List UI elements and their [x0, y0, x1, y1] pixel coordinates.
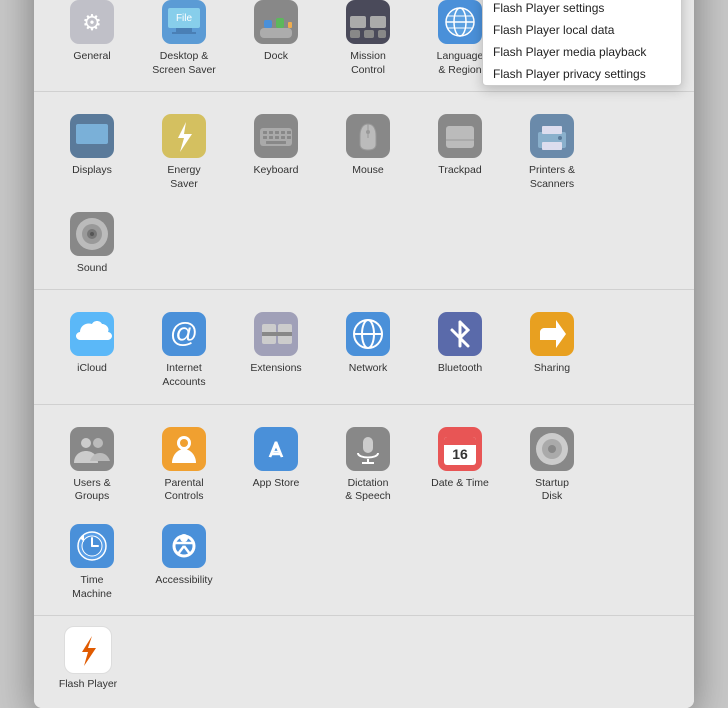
- dropdown-item-flash-settings[interactable]: Flash Player settings: [483, 0, 681, 19]
- pref-datetime[interactable]: 16 Date & Time: [416, 417, 504, 510]
- pref-general[interactable]: ⚙ General: [48, 0, 136, 83]
- pref-dictation[interactable]: Dictation& Speech: [324, 417, 412, 510]
- pref-extensions-label: Extensions: [250, 362, 301, 376]
- pref-sharing[interactable]: Sharing: [508, 302, 596, 395]
- pref-parental[interactable]: ParentalControls: [140, 417, 228, 510]
- pref-mouse[interactable]: Mouse: [324, 104, 412, 197]
- pref-startup-label: StartupDisk: [535, 477, 569, 504]
- pref-trackpad[interactable]: Trackpad: [416, 104, 504, 197]
- pref-parental-label: ParentalControls: [164, 477, 203, 504]
- pref-appstore[interactable]: A App Store: [232, 417, 320, 510]
- pref-bluetooth[interactable]: Bluetooth: [416, 302, 504, 395]
- svg-text:16: 16: [452, 446, 468, 462]
- pref-datetime-label: Date & Time: [431, 477, 489, 491]
- pref-energy-label: EnergySaver: [167, 164, 200, 191]
- pref-appstore-label: App Store: [253, 477, 300, 491]
- pref-network[interactable]: Network: [324, 302, 412, 395]
- svg-text:@: @: [170, 317, 198, 348]
- section-internet: iCloud @ InternetAccounts Extensions: [34, 289, 694, 403]
- svg-text:A: A: [269, 437, 284, 462]
- system-preferences-window: ‹ › System Preferences 🔍 ✕ Flash Player …: [34, 0, 694, 708]
- pref-displays-label: Displays: [72, 164, 112, 178]
- pref-keyboard[interactable]: Keyboard: [232, 104, 320, 197]
- pref-accessibility[interactable]: Accessibility: [140, 514, 228, 607]
- pref-internet[interactable]: @ InternetAccounts: [140, 302, 228, 395]
- pref-dock[interactable]: Dock: [232, 0, 320, 83]
- pref-sound-label: Sound: [77, 262, 107, 276]
- pref-desktop-label: Desktop &Screen Saver: [152, 50, 216, 77]
- icons-hardware: Displays EnergySaver Keyboard: [44, 104, 684, 281]
- pref-timemachine-label: TimeMachine: [72, 574, 112, 601]
- pref-dock-label: Dock: [264, 50, 288, 64]
- pref-network-label: Network: [349, 362, 388, 376]
- pref-icloud[interactable]: iCloud: [48, 302, 136, 395]
- pref-mission[interactable]: MissionControl: [324, 0, 412, 83]
- icons-system: Users &Groups ParentalControls A App Sto…: [44, 417, 684, 608]
- pref-startup[interactable]: StartupDisk: [508, 417, 596, 510]
- pref-timemachine[interactable]: TimeMachine: [48, 514, 136, 607]
- pref-users[interactable]: Users &Groups: [48, 417, 136, 510]
- pref-bluetooth-label: Bluetooth: [438, 362, 482, 376]
- pref-icloud-label: iCloud: [77, 362, 107, 376]
- svg-text:File: File: [176, 13, 193, 24]
- section-other: Flash Player: [34, 615, 694, 704]
- window-body: ⚙ General File Desktop &Screen Saver: [34, 0, 694, 708]
- pref-extensions[interactable]: Extensions: [232, 302, 320, 395]
- section-system: Users &Groups ParentalControls A App Sto…: [34, 404, 694, 616]
- dropdown-item-flash-media[interactable]: Flash Player media playback: [483, 41, 681, 63]
- pref-general-label: General: [73, 50, 110, 64]
- pref-keyboard-label: Keyboard: [254, 164, 299, 178]
- pref-mouse-label: Mouse: [352, 164, 384, 178]
- pref-sharing-label: Sharing: [534, 362, 570, 376]
- pref-energy[interactable]: EnergySaver: [140, 104, 228, 197]
- pref-trackpad-label: Trackpad: [438, 164, 481, 178]
- flash-icon: [64, 626, 112, 674]
- pref-flash[interactable]: Flash Player: [48, 626, 128, 692]
- dropdown-item-flash-privacy[interactable]: Flash Player privacy settings: [483, 63, 681, 85]
- search-dropdown: Flash Player Flash Player settings Flash…: [482, 0, 682, 86]
- pref-language-label: Language& Region: [437, 50, 484, 77]
- pref-desktop[interactable]: File Desktop &Screen Saver: [140, 0, 228, 83]
- pref-printers-label: Printers &Scanners: [529, 164, 575, 191]
- pref-flash-label: Flash Player: [59, 678, 117, 692]
- section-hardware: Displays EnergySaver Keyboard: [34, 91, 694, 289]
- pref-accessibility-label: Accessibility: [155, 574, 212, 588]
- pref-displays[interactable]: Displays: [48, 104, 136, 197]
- pref-sound[interactable]: Sound: [48, 202, 136, 282]
- svg-text:⚙: ⚙: [82, 10, 102, 35]
- dropdown-item-flash-local[interactable]: Flash Player local data: [483, 19, 681, 41]
- pref-internet-label: InternetAccounts: [162, 362, 205, 389]
- pref-users-label: Users &Groups: [73, 477, 110, 504]
- pref-mission-label: MissionControl: [350, 50, 386, 77]
- pref-dictation-label: Dictation& Speech: [345, 477, 391, 504]
- pref-printers[interactable]: Printers &Scanners: [508, 104, 596, 197]
- icons-internet: iCloud @ InternetAccounts Extensions: [44, 302, 684, 395]
